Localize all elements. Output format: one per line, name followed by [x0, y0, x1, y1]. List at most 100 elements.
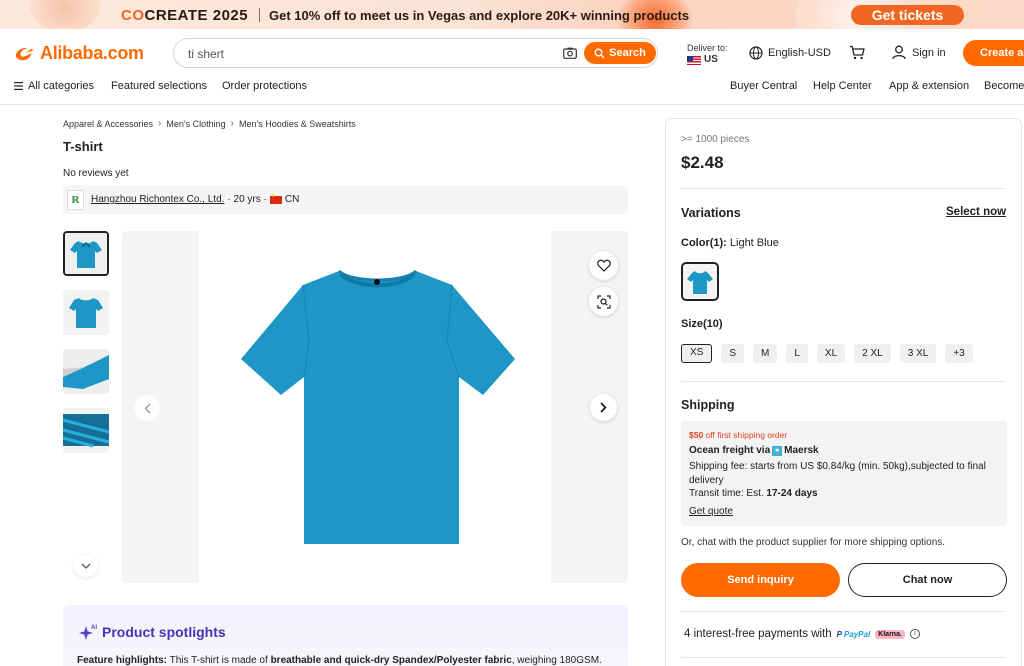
chevron-right-icon: ›	[158, 118, 162, 129]
divider	[681, 188, 1006, 189]
decor-blob	[30, 0, 100, 29]
fabric-closeup-thumbnail-icon	[63, 408, 109, 453]
thumbnail-image[interactable]	[63, 408, 109, 453]
top-nav: All categories Featured selections Order…	[0, 75, 1024, 103]
user-icon	[892, 45, 906, 60]
product-gallery[interactable]	[122, 231, 628, 583]
image-search-button[interactable]	[589, 287, 618, 316]
search-bar[interactable]: Search	[173, 38, 658, 68]
next-image-button[interactable]	[590, 394, 617, 421]
minimum-order-quantity: >= 1000 pieces	[681, 134, 750, 145]
size-option[interactable]: 3 XL	[899, 344, 937, 363]
supplier-years: · 20 yrs ·	[227, 194, 267, 205]
tshirt-swatch-icon	[687, 270, 713, 294]
size-option[interactable]: 2 XL	[854, 344, 891, 363]
image-search-icon	[596, 294, 611, 309]
thumbnail-image[interactable]	[63, 349, 109, 394]
search-input[interactable]	[188, 45, 548, 62]
alibaba-logo-icon	[15, 47, 34, 60]
get-quote-link[interactable]: Get quote	[689, 506, 733, 517]
klarna-logo: Klarna.	[875, 629, 905, 639]
nav-help-center[interactable]: Help Center	[813, 80, 872, 92]
divider	[259, 8, 260, 22]
breadcrumb-item[interactable]: Men's Clothing	[166, 119, 225, 129]
all-categories-label: All categories	[28, 80, 95, 92]
color-swatch-light-blue[interactable]	[681, 262, 719, 301]
alibaba-logo[interactable]: Alibaba.com	[14, 43, 144, 64]
divider	[681, 657, 1006, 658]
nav-buyer-central[interactable]: Buyer Central	[730, 80, 797, 92]
us-flag-icon	[687, 55, 701, 65]
language-selector[interactable]: English-USD	[749, 46, 831, 60]
sign-in-link[interactable]: Sign in	[892, 45, 946, 60]
freight-method: Ocean freight via ✶ Maersk	[689, 445, 819, 456]
shipping-info: $50 off first shipping order Ocean freig…	[681, 421, 1007, 526]
nav-app-extension[interactable]: App & extension	[889, 80, 969, 92]
promo-text: Get 10% off to meet us in Vegas and expl…	[269, 8, 690, 23]
svg-text:AI: AI	[91, 625, 97, 631]
search-icon	[594, 48, 605, 58]
cart-icon[interactable]	[849, 45, 865, 60]
thumbnail-image[interactable]	[63, 231, 109, 276]
search-button[interactable]: Search	[584, 42, 656, 64]
divider	[681, 611, 1006, 612]
create-account-button[interactable]: Create ac	[963, 40, 1024, 66]
all-categories-menu[interactable]: All categories	[14, 80, 94, 92]
shipping-fee: Shipping fee: starts from US $0.84/kg (m…	[689, 461, 986, 486]
promo-banner[interactable]: COCREATE 2025 Get 10% off to meet us in …	[0, 0, 1024, 29]
size-option[interactable]: S	[721, 344, 745, 363]
sign-in-label: Sign in	[912, 46, 946, 59]
size-options: XS S M L XL 2 XL 3 XL +3	[681, 344, 973, 363]
thumbnails-scroll-down[interactable]	[74, 555, 98, 577]
select-now-link[interactable]: Select now	[946, 206, 1006, 218]
paypal-logo: P PayPal	[836, 629, 871, 639]
divider	[0, 104, 1024, 105]
product-title: T-shirt	[63, 139, 103, 154]
chat-note: Or, chat with the product supplier for m…	[681, 537, 946, 548]
product-spotlights: AI Product spotlights Feature highlights…	[63, 605, 628, 666]
deliver-label: Deliver to:	[687, 43, 728, 53]
search-button-label: Search	[609, 47, 646, 59]
tshirt-thumbnail-icon	[63, 290, 109, 335]
ai-sparkle-icon: AI	[79, 625, 97, 640]
breadcrumb: Apparel & Accessories › Men's Clothing ›…	[63, 118, 356, 129]
breadcrumb-item[interactable]: Apparel & Accessories	[63, 119, 153, 129]
send-inquiry-button[interactable]: Send inquiry	[681, 563, 840, 597]
size-option[interactable]: L	[786, 344, 808, 363]
promo-brand: COCREATE 2025	[121, 7, 249, 24]
size-option[interactable]: XL	[816, 344, 846, 363]
favorite-button[interactable]	[589, 251, 618, 280]
shipping-promo: $50 off first shipping order	[689, 430, 788, 440]
info-icon[interactable]: i	[909, 629, 920, 639]
maersk-star-icon: ✶	[772, 445, 783, 456]
transit-time: Transit time: Est. 17-24 days	[689, 488, 818, 499]
nav-featured-selections[interactable]: Featured selections	[111, 80, 207, 92]
chevron-down-icon	[81, 563, 91, 569]
supplier-name-link[interactable]: Hangzhou Richontex Co., Ltd.	[91, 194, 224, 205]
language-label: English-USD	[768, 47, 831, 59]
supplier-logo: R	[67, 189, 84, 210]
tshirt-main-image	[241, 269, 515, 544]
nav-become-supplier[interactable]: Become	[984, 80, 1024, 92]
get-tickets-button[interactable]: Get tickets	[851, 5, 964, 25]
shipping-title: Shipping	[681, 398, 735, 412]
reviews-status: No reviews yet	[63, 168, 129, 179]
more-sizes-button[interactable]: +3	[945, 344, 973, 363]
nav-order-protections[interactable]: Order protections	[222, 80, 307, 92]
previous-image-button[interactable]	[134, 395, 160, 421]
globe-icon	[749, 46, 763, 60]
deliver-country: US	[687, 54, 728, 66]
menu-icon	[14, 82, 23, 90]
camera-icon[interactable]	[563, 47, 577, 59]
size-option[interactable]: M	[753, 344, 778, 363]
heart-icon	[596, 259, 611, 272]
breadcrumb-item[interactable]: Men's Hoodies & Sweatshirts	[239, 119, 356, 129]
deliver-to[interactable]: Deliver to: US	[687, 42, 728, 66]
main-image-panel	[199, 231, 551, 583]
size-option[interactable]: XS	[681, 344, 713, 363]
logo-text: Alibaba.com	[40, 43, 144, 63]
size-label: Size(10)	[681, 318, 723, 330]
chevron-right-icon: ›	[230, 118, 234, 129]
chat-now-button[interactable]: Chat now	[848, 563, 1007, 597]
thumbnail-image[interactable]	[63, 290, 109, 335]
